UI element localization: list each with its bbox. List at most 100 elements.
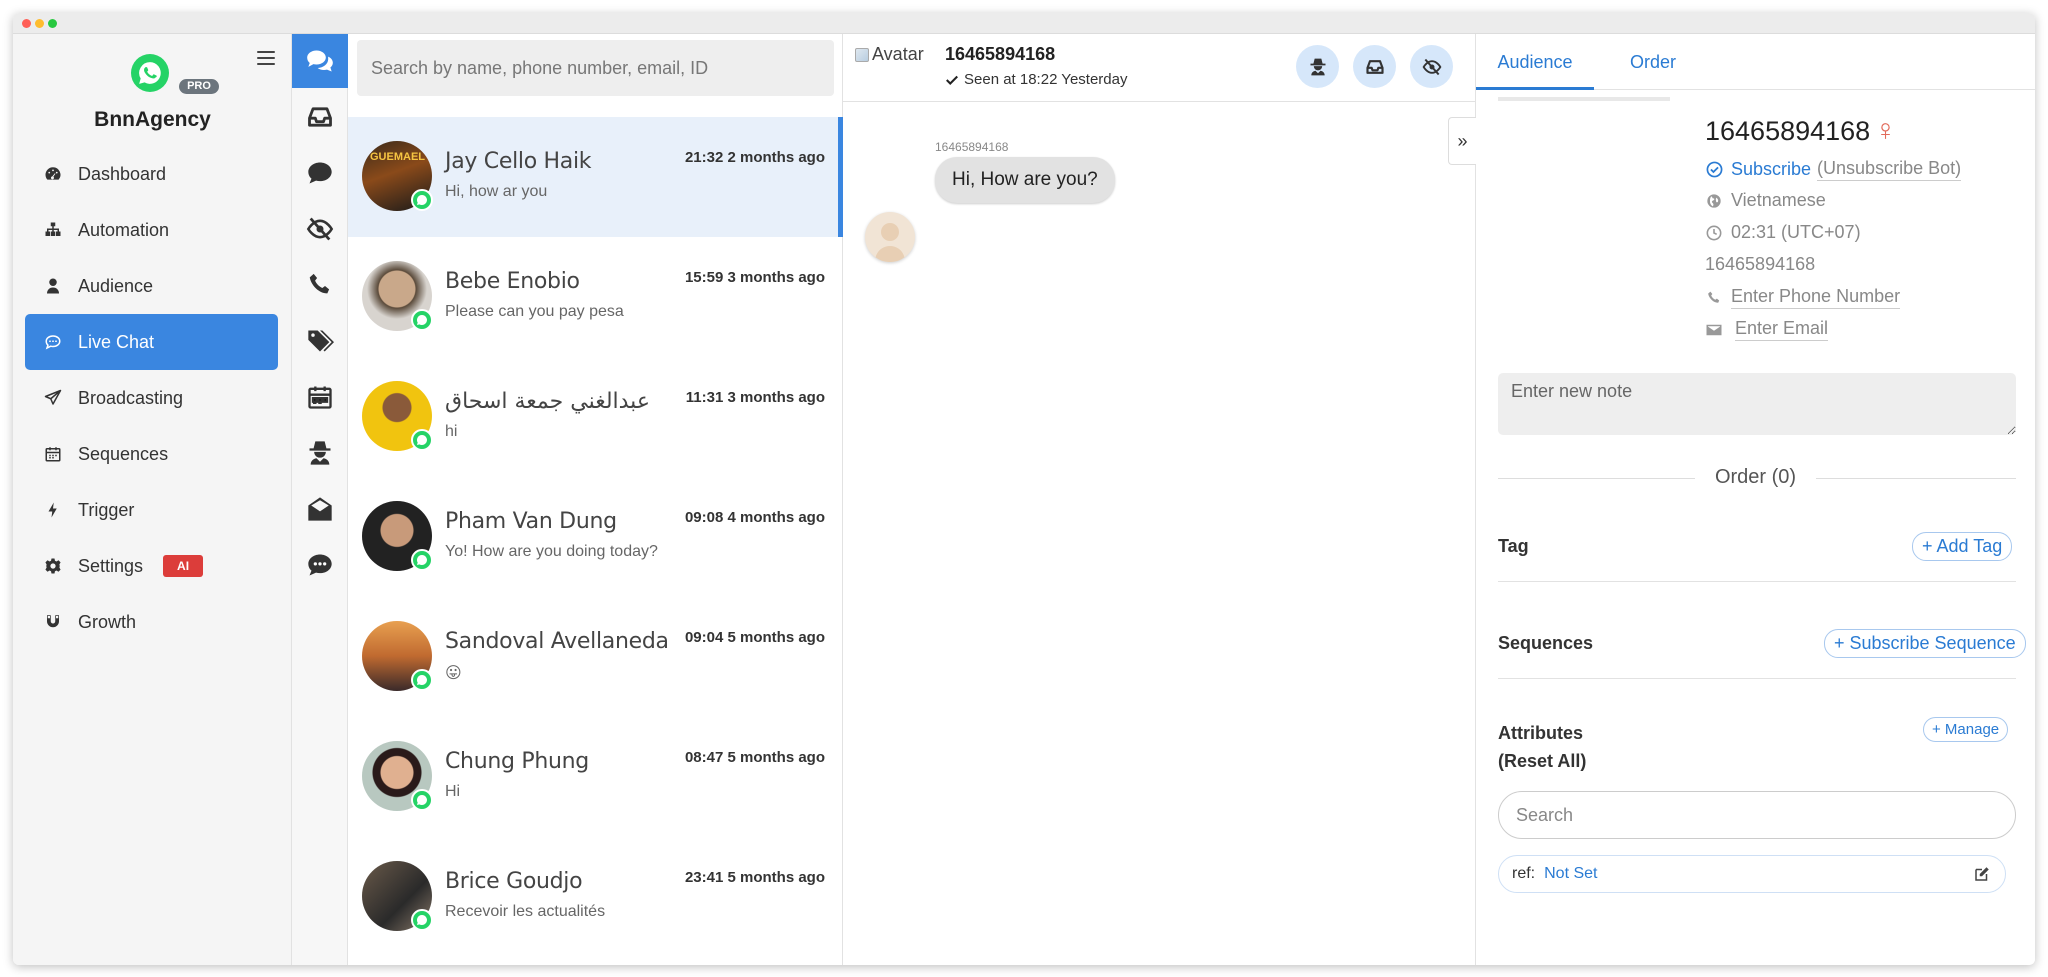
profile-image — [1498, 97, 1670, 101]
subscribe-link[interactable]: Subscribe — [1731, 159, 1811, 180]
globe-icon — [1705, 193, 1723, 209]
bolt-icon — [42, 501, 64, 519]
conversation-preview: Yo! How are you doing today? — [445, 543, 658, 560]
manage-attributes-button[interactable]: + Manage — [1923, 717, 2009, 742]
female-icon: ♀ — [1874, 114, 1897, 147]
comments-icon[interactable] — [292, 34, 348, 88]
eye-slash-icon — [1422, 58, 1441, 75]
conversation-time: 11:31 3 months ago — [685, 389, 825, 406]
conversation-item[interactable]: Sandoval Avellaneda 😛 09:04 5 months ago — [348, 597, 843, 717]
conversation-item[interactable]: GUEMAEL Jay Cello Haik Hi, how ar you 21… — [348, 117, 843, 237]
sidebar-item-label: Trigger — [78, 499, 135, 520]
conversation-time: 15:59 3 months ago — [684, 269, 825, 286]
user-secret-icon[interactable] — [292, 426, 348, 480]
sidebar-item-label: Dashboard — [78, 163, 167, 184]
sidebar-item-dashboard[interactable]: Dashboard — [25, 146, 278, 202]
archive-button[interactable] — [1353, 45, 1396, 88]
attribute-value[interactable]: Not Set — [1544, 865, 1597, 883]
conversation-item[interactable]: عبدالغني جمعة اسحاق hi 11:31 3 months ag… — [348, 357, 843, 477]
phone-icon[interactable] — [292, 258, 348, 312]
phone-icon — [1705, 290, 1723, 306]
commenting-icon[interactable] — [292, 538, 348, 592]
conversation-preview: Please can you pay pesa — [445, 303, 624, 320]
whatsapp-icon — [411, 189, 433, 211]
whatsapp-icon — [411, 789, 433, 811]
add-tag-button[interactable]: + Add Tag — [1912, 532, 2013, 561]
conversation-preview: hi — [445, 423, 458, 440]
sidebar-item-audience[interactable]: Audience — [25, 258, 278, 314]
conversation-item[interactable]: Brice Goudjo Recevoir les actualités 23:… — [348, 837, 843, 957]
conversation-time: 21:32 2 months ago — [684, 149, 825, 166]
sidebar: PRO BnnAgency Dashboard Automation Audie… — [13, 34, 292, 965]
conversation-item[interactable]: Bebe Enobio Please can you pay pesa 15:5… — [348, 237, 843, 357]
sitemap-icon — [42, 221, 64, 239]
sidebar-item-growth[interactable]: Growth — [25, 594, 278, 650]
note-input[interactable] — [1498, 373, 2016, 435]
subscription-row: Subscribe (Unsubscribe Bot) — [1705, 158, 1962, 181]
sidebar-item-settings[interactable]: Settings AI — [25, 538, 278, 594]
expand-panel-button[interactable]: » — [1448, 117, 1476, 165]
chat-contact-name: 16465894168 — [945, 44, 1056, 64]
sidebar-item-broadcasting[interactable]: Broadcasting — [25, 370, 278, 426]
tab-order[interactable]: Order — [1594, 34, 1712, 90]
eye-slash-icon[interactable] — [292, 202, 348, 256]
language-row: Vietnamese — [1705, 190, 1826, 211]
tags-icon[interactable] — [292, 314, 348, 368]
edit-icon[interactable] — [1973, 865, 1991, 883]
calendar-icon[interactable] — [292, 370, 348, 424]
check-circle-icon — [1705, 161, 1723, 178]
sidebar-item-automation[interactable]: Automation — [25, 202, 278, 258]
conversation-name: Brice Goudjo — [445, 869, 583, 894]
maximize-window-button[interactable] — [48, 19, 57, 28]
envelope-open-icon[interactable] — [292, 482, 348, 536]
profile-name: 16465894168 ♀ — [1705, 114, 1897, 148]
conversation-preview: Recevoir les actualités — [445, 903, 606, 920]
seen-text: Seen at 18:22 Yesterday — [964, 71, 1128, 88]
conversation-time: 09:04 5 months ago — [684, 629, 825, 646]
chat-header: Avatar 16465894168 Seen at 18:22 Yesterd… — [843, 34, 1476, 102]
menu-toggle-icon[interactable] — [256, 48, 276, 68]
dashboard-icon — [42, 165, 64, 183]
subscribe-sequence-button[interactable]: + Subscribe Sequence — [1824, 629, 2026, 658]
chat-avatar: Avatar — [855, 44, 924, 65]
sidebar-item-sequences[interactable]: Sequences — [25, 426, 278, 482]
attribute-search-input[interactable] — [1498, 791, 2016, 839]
unsubscribe-bot-link[interactable]: (Unsubscribe Bot) — [1817, 158, 1962, 181]
app-window: PRO BnnAgency Dashboard Automation Audie… — [13, 13, 2035, 965]
gear-icon — [42, 557, 64, 575]
sidebar-item-trigger[interactable]: Trigger — [25, 482, 278, 538]
conversation-time: 09:08 4 months ago — [684, 509, 825, 526]
whatsapp-icon — [411, 669, 433, 691]
assign-agent-button[interactable] — [1296, 45, 1339, 88]
reset-all-link[interactable]: (Reset All) — [1498, 751, 1586, 772]
section-divider — [1498, 581, 2016, 582]
message-sender: 16465894168 — [935, 140, 1009, 154]
email-row: Enter Email — [1705, 318, 1829, 341]
minimize-window-button[interactable] — [35, 19, 44, 28]
user-secret-icon — [1310, 58, 1325, 75]
timezone-value: 02:31 (UTC+07) — [1731, 222, 1861, 242]
sidebar-item-live-chat[interactable]: Live Chat — [25, 314, 278, 370]
tab-audience[interactable]: Audience — [1476, 34, 1594, 90]
conversation-item[interactable]: Chung Phung Hi 08:47 5 months ago — [348, 717, 843, 837]
clock-icon — [1705, 225, 1723, 241]
mark-unread-button[interactable] — [1410, 45, 1453, 88]
double-chevron-right-icon: » — [1457, 130, 1468, 151]
chat-bubble-icon — [42, 333, 64, 351]
close-window-button[interactable] — [22, 19, 31, 28]
chat-area: Avatar 16465894168 Seen at 18:22 Yesterd… — [843, 34, 1476, 965]
language-value: Vietnamese — [1731, 190, 1826, 210]
comment-icon[interactable] — [292, 146, 348, 200]
inbox-icon[interactable] — [292, 90, 348, 144]
conversation-search-input[interactable] — [357, 40, 834, 96]
sidebar-item-label: Audience — [78, 275, 154, 296]
title-bar — [13, 13, 2035, 34]
profile-name-text: 16465894168 — [1705, 115, 1871, 146]
attribute-key: ref: — [1512, 865, 1536, 882]
phone-number-field[interactable]: Enter Phone Number — [1731, 286, 1901, 309]
sidebar-item-label: Growth — [78, 611, 137, 632]
section-divider — [1498, 678, 2016, 679]
conversation-preview: 😛 — [445, 665, 462, 682]
conversation-item[interactable]: Pham Van Dung Yo! How are you doing toda… — [348, 477, 843, 597]
email-field[interactable]: Enter Email — [1735, 318, 1829, 341]
